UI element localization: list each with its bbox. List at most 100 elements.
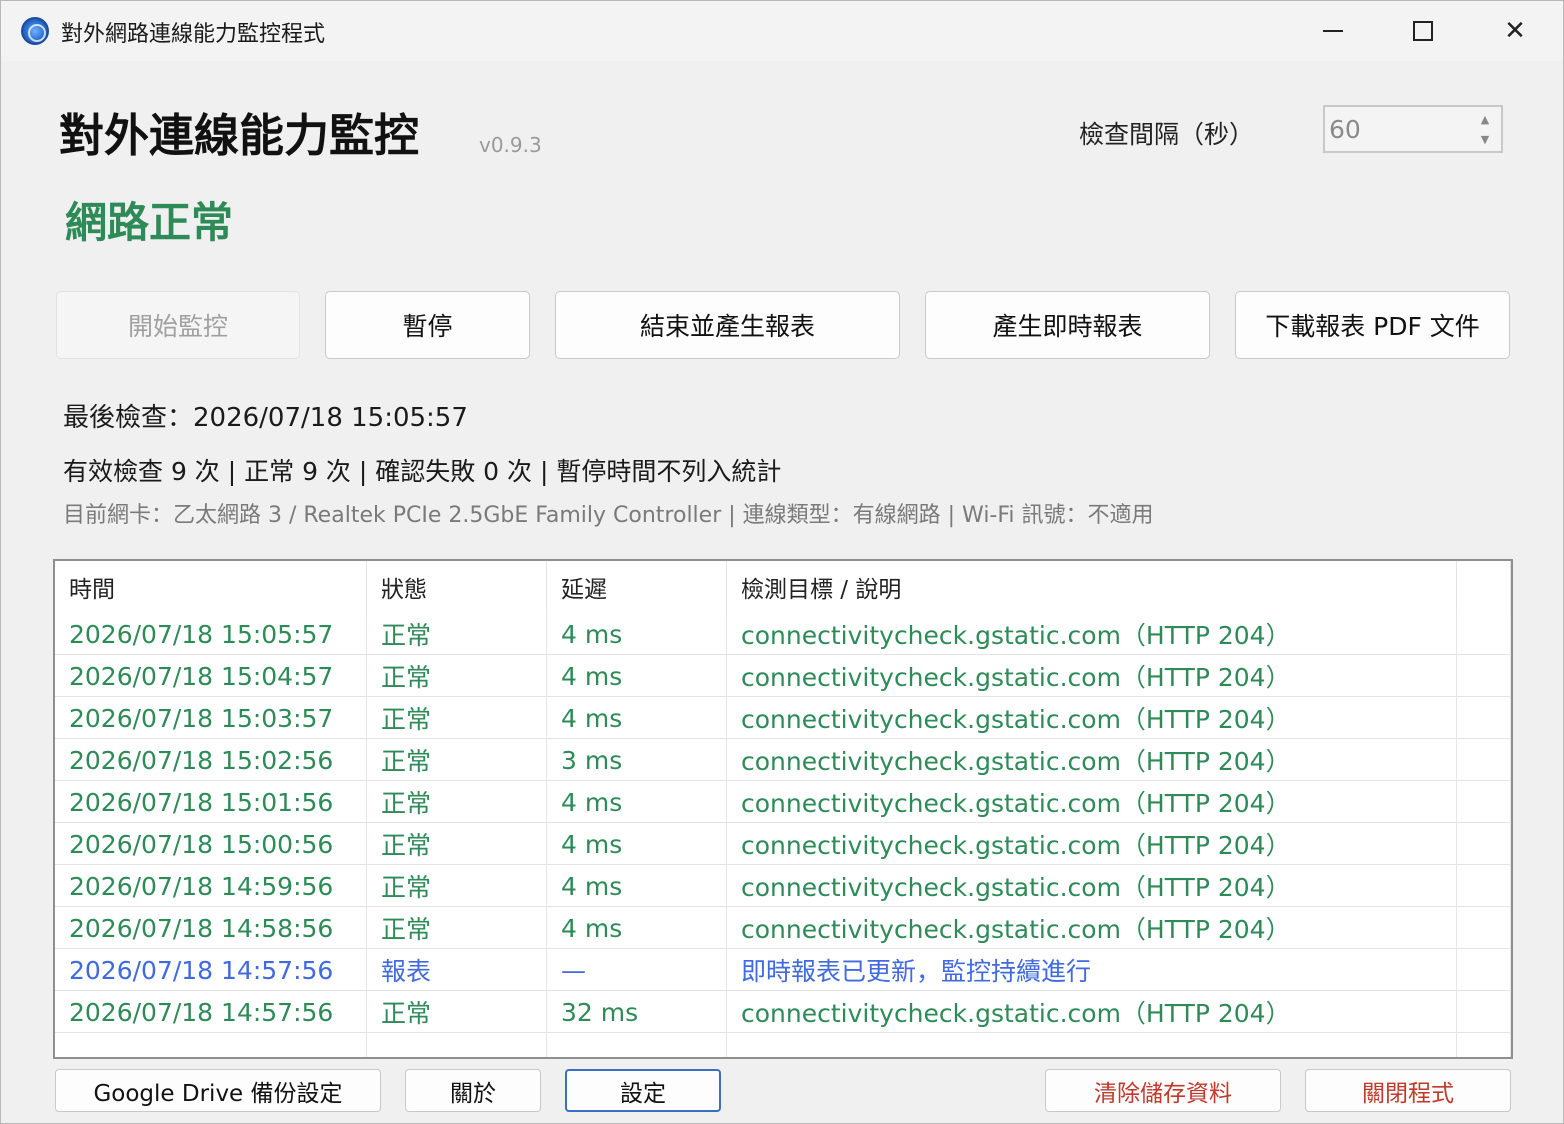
cell-status: 正常 — [367, 613, 547, 655]
cell-time: 2026/07/18 15:00:56 — [55, 823, 367, 865]
cell-filler — [1457, 949, 1511, 991]
column-header-status[interactable]: 狀態 — [367, 561, 547, 613]
table-row[interactable]: 2026/07/18 15:01:56 正常 4 ms connectivityche… — [55, 781, 1511, 823]
globe-icon — [21, 17, 49, 45]
cell-time: 2026/07/18 14:58:56 — [55, 907, 367, 949]
cell-target: connectivitycheck.gstatic.com（HTTP 204） — [727, 655, 1457, 697]
cell-time: 2026/07/18 14:59:56 — [55, 865, 367, 907]
cell-empty — [55, 1033, 367, 1057]
cell-empty — [547, 1033, 727, 1057]
cell-empty — [727, 1033, 1457, 1057]
cell-target: connectivitycheck.gstatic.com（HTTP 204） — [727, 991, 1457, 1033]
interval-stepper[interactable]: ▲ ▼ — [1323, 105, 1503, 153]
clear-data-button[interactable]: 清除儲存資料 — [1045, 1069, 1281, 1112]
table-row[interactable]: 2026/07/18 14:57:56 報表 — 即時報表已更新，監控持續進行 — [55, 949, 1511, 991]
cell-delay: 4 ms — [547, 613, 727, 655]
table-row[interactable]: 2026/07/18 15:00:56 正常 4 ms connectivityche… — [55, 823, 1511, 865]
close-app-button[interactable]: 關閉程式 — [1305, 1069, 1511, 1112]
cell-delay: 3 ms — [547, 739, 727, 781]
table-row[interactable]: 2026/07/18 15:04:57 正常 4 ms connectivityche… — [55, 655, 1511, 697]
column-header-filler — [1457, 561, 1511, 613]
gdrive-backup-button[interactable]: Google Drive 備份設定 — [55, 1069, 381, 1112]
title-bar[interactable]: 對外網路連線能力監控程式 ✕ — [1, 1, 1563, 61]
close-window-button[interactable]: ✕ — [1469, 1, 1561, 61]
column-header-delay[interactable]: 延遲 — [547, 561, 727, 613]
table-empty-row — [55, 1033, 1511, 1057]
cell-status: 報表 — [367, 949, 547, 991]
version-label: v0.9.3 — [479, 133, 542, 157]
cell-filler — [1457, 697, 1511, 739]
cell-filler — [1457, 655, 1511, 697]
cell-delay: 4 ms — [547, 655, 727, 697]
instant-report-button[interactable]: 產生即時報表 — [925, 291, 1210, 359]
cell-filler — [1457, 823, 1511, 865]
cell-time: 2026/07/18 14:57:56 — [55, 949, 367, 991]
cell-time: 2026/07/18 15:03:57 — [55, 697, 367, 739]
settings-button[interactable]: 設定 — [565, 1069, 721, 1112]
cell-delay: 4 ms — [547, 823, 727, 865]
column-header-target[interactable]: 檢測目標 / 說明 — [727, 561, 1457, 613]
cell-time: 2026/07/18 15:05:57 — [55, 613, 367, 655]
minimize-button[interactable] — [1287, 1, 1379, 61]
download-pdf-button[interactable]: 下載報表 PDF 文件 — [1235, 291, 1510, 359]
cell-time: 2026/07/18 14:57:56 — [55, 991, 367, 1033]
maximize-button[interactable] — [1377, 1, 1469, 61]
cell-delay: 4 ms — [547, 697, 727, 739]
cell-filler — [1457, 991, 1511, 1033]
last-check-text: 最後檢查：2026/07/18 15:05:57 — [63, 403, 468, 433]
table-header: 時間 狀態 延遲 檢測目標 / 說明 — [55, 561, 1511, 613]
cell-filler — [1457, 613, 1511, 655]
cell-empty — [367, 1033, 547, 1057]
interval-label: 檢查間隔（秒） — [1079, 120, 1255, 149]
cell-target: connectivitycheck.gstatic.com（HTTP 204） — [727, 697, 1457, 739]
cell-target: connectivitycheck.gstatic.com（HTTP 204） — [727, 781, 1457, 823]
network-status: 網路正常 — [65, 198, 234, 247]
table-row[interactable]: 2026/07/18 14:59:56 正常 4 ms connectivityche… — [55, 865, 1511, 907]
cell-filler — [1457, 907, 1511, 949]
cell-target: connectivitycheck.gstatic.com（HTTP 204） — [727, 613, 1457, 655]
table-row[interactable]: 2026/07/18 15:02:56 正常 3 ms connectivityche… — [55, 739, 1511, 781]
cell-delay: 32 ms — [547, 991, 727, 1033]
cell-status: 正常 — [367, 991, 547, 1033]
cell-filler — [1457, 739, 1511, 781]
cell-time: 2026/07/18 15:02:56 — [55, 739, 367, 781]
cell-target: connectivitycheck.gstatic.com（HTTP 204） — [727, 907, 1457, 949]
stats-text: 有效檢查 9 次 | 正常 9 次 | 確認失敗 0 次 | 暫停時間不列入統計 — [63, 457, 782, 486]
app-window: 對外網路連線能力監控程式 ✕ 對外連線能力監控 v0.9.3 檢查間隔（秒） ▲… — [0, 0, 1564, 1124]
cell-status: 正常 — [367, 697, 547, 739]
cell-time: 2026/07/18 15:04:57 — [55, 655, 367, 697]
end-and-report-button[interactable]: 結束並產生報表 — [555, 291, 900, 359]
minimize-icon — [1323, 30, 1343, 32]
about-button[interactable]: 關於 — [405, 1069, 541, 1112]
cell-target: connectivitycheck.gstatic.com（HTTP 204） — [727, 865, 1457, 907]
cell-status: 正常 — [367, 907, 547, 949]
table-row[interactable]: 2026/07/18 15:03:57 正常 4 ms connectivityche… — [55, 697, 1511, 739]
cell-status: 正常 — [367, 823, 547, 865]
close-icon: ✕ — [1504, 16, 1526, 46]
cell-target: 即時報表已更新，監控持續進行 — [727, 949, 1457, 991]
log-table[interactable]: 時間 狀態 延遲 檢測目標 / 說明 2026/07/18 15:05:57 正常… — [53, 559, 1513, 1059]
cell-target: connectivitycheck.gstatic.com（HTTP 204） — [727, 739, 1457, 781]
cell-target: connectivitycheck.gstatic.com（HTTP 204） — [727, 823, 1457, 865]
cell-delay: 4 ms — [547, 907, 727, 949]
cell-filler — [1457, 865, 1511, 907]
table-row[interactable]: 2026/07/18 14:57:56 正常 32 ms connectivitych… — [55, 991, 1511, 1033]
window-title: 對外網路連線能力監控程式 — [61, 22, 326, 47]
table-row[interactable]: 2026/07/18 15:05:57 正常 4 ms connectivityche… — [55, 613, 1511, 655]
maximize-icon — [1413, 21, 1433, 41]
cell-empty — [1457, 1033, 1511, 1057]
interval-input[interactable] — [1327, 109, 1467, 149]
spin-down-icon[interactable]: ▼ — [1475, 129, 1495, 149]
cell-delay: 4 ms — [547, 781, 727, 823]
pause-button[interactable]: 暫停 — [325, 291, 530, 359]
column-header-time[interactable]: 時間 — [55, 561, 367, 613]
cell-status: 正常 — [367, 655, 547, 697]
cell-status: 正常 — [367, 865, 547, 907]
cell-status: 正常 — [367, 739, 547, 781]
start-monitor-button[interactable]: 開始監控 — [56, 291, 300, 359]
cell-delay: 4 ms — [547, 865, 727, 907]
table-row[interactable]: 2026/07/18 14:58:56 正常 4 ms connectivityche… — [55, 907, 1511, 949]
table-body: 2026/07/18 15:05:57 正常 4 ms connectivityche… — [55, 613, 1511, 1057]
page-title: 對外連線能力監控 — [59, 109, 420, 162]
spin-up-icon[interactable]: ▲ — [1475, 109, 1495, 129]
